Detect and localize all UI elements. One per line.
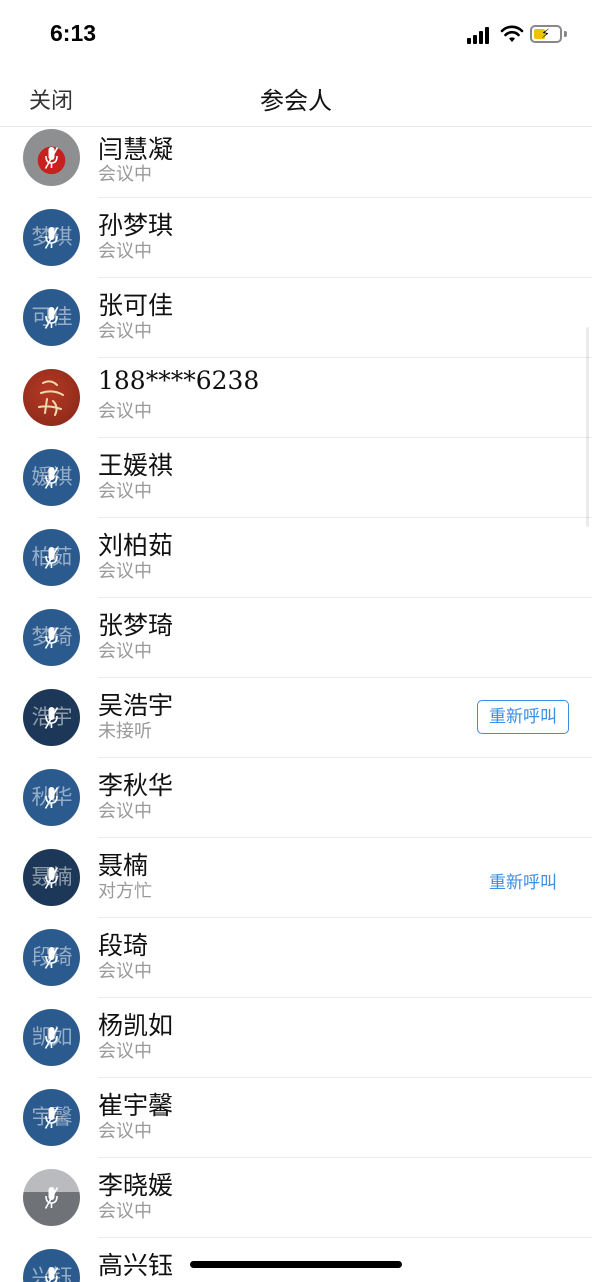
microphone-icon bbox=[44, 467, 59, 489]
participant-status: 会议中 bbox=[98, 241, 152, 261]
participant-row[interactable]: 梦琪孙梦琪会议中 bbox=[0, 198, 592, 278]
microphone-icon bbox=[44, 867, 59, 889]
participant-row[interactable]: 段琦段琦会议中 bbox=[0, 918, 592, 998]
participant-row[interactable]: 兴钰高兴钰 bbox=[0, 1238, 592, 1282]
participant-status: 会议中 bbox=[98, 801, 152, 821]
participant-list[interactable]: 闫慧凝会议中梦琪孙梦琪会议中可佳张可佳会议中188****6238会议中媛祺王媛… bbox=[0, 127, 592, 1282]
participant-avatar: 柏茹 bbox=[23, 529, 80, 586]
participant-avatar bbox=[23, 129, 80, 186]
scrollbar[interactable] bbox=[586, 327, 589, 527]
participant-rows: 闫慧凝会议中梦琪孙梦琪会议中可佳张可佳会议中188****6238会议中媛祺王媛… bbox=[0, 127, 592, 1282]
participant-status: 对方忙 bbox=[98, 881, 152, 901]
participant-status: 会议中 bbox=[98, 481, 152, 501]
participant-row[interactable]: 媛祺王媛祺会议中 bbox=[0, 438, 592, 518]
participant-avatar: 宇馨 bbox=[23, 1089, 80, 1146]
participant-avatar: 聂楠 bbox=[23, 849, 80, 906]
participant-row[interactable]: 柏茹刘柏茹会议中 bbox=[0, 518, 592, 598]
participant-row[interactable]: 188****6238 会议中 bbox=[0, 358, 592, 438]
wifi-icon bbox=[500, 25, 524, 42]
participant-avatar: 兴钰 bbox=[23, 1249, 80, 1282]
microphone-icon bbox=[44, 1187, 59, 1209]
microphone-icon bbox=[44, 627, 59, 649]
participant-status: 会议中 bbox=[98, 321, 152, 341]
participant-row[interactable]: 浩宇吴浩宇未接听重新呼叫 bbox=[0, 678, 592, 758]
navigation-bar: 关闭 参会人 bbox=[0, 70, 592, 127]
participant-name: 高兴钰 bbox=[98, 1251, 174, 1280]
participant-status: 未接听 bbox=[98, 721, 152, 741]
participant-avatar: 可佳 bbox=[23, 289, 80, 346]
participant-status: 会议中 bbox=[98, 641, 152, 661]
cellular-signal-icon bbox=[467, 27, 493, 44]
microphone-icon bbox=[44, 547, 59, 569]
participant-row[interactable]: 梦琦张梦琦会议中 bbox=[0, 598, 592, 678]
participant-avatar: 梦琦 bbox=[23, 609, 80, 666]
participant-avatar: 媛祺 bbox=[23, 449, 80, 506]
microphone-icon bbox=[44, 1107, 59, 1129]
participant-avatar: 浩宇 bbox=[23, 689, 80, 746]
participant-status: 会议中 bbox=[98, 961, 152, 981]
recall-link[interactable]: 重新呼叫 bbox=[489, 868, 557, 893]
status-bar: 6:13 ⚡ bbox=[0, 0, 592, 70]
recall-button[interactable]: 重新呼叫 bbox=[477, 700, 569, 734]
participant-status: 会议中 bbox=[98, 401, 152, 421]
microphone-icon bbox=[44, 787, 59, 809]
participant-avatar: 梦琪 bbox=[23, 209, 80, 266]
participant-row[interactable]: 李晓媛 会议中 bbox=[0, 1158, 592, 1238]
participant-avatar bbox=[23, 369, 80, 426]
participant-row[interactable]: 凯如杨凯如会议中 bbox=[0, 998, 592, 1078]
page-title: 参会人 bbox=[260, 88, 332, 115]
battery-charging-icon: ⚡ bbox=[530, 25, 562, 43]
battery-cap bbox=[564, 31, 567, 37]
participant-status: 会议中 bbox=[98, 1201, 152, 1221]
participant-row[interactable]: 闫慧凝 会议中 bbox=[0, 127, 592, 198]
participant-row[interactable]: 可佳张可佳会议中 bbox=[0, 278, 592, 358]
participant-avatar: 段琦 bbox=[23, 929, 80, 986]
participant-row[interactable]: 秋华李秋华会议中 bbox=[0, 758, 592, 838]
participant-name: 188****6238 bbox=[98, 366, 260, 395]
participant-row[interactable]: 宇馨崔宇馨会议中 bbox=[0, 1078, 592, 1158]
participant-avatar: 秋华 bbox=[23, 769, 80, 826]
participant-status: 会议中 bbox=[98, 164, 152, 184]
participant-row[interactable]: 聂楠聂楠对方忙重新呼叫 bbox=[0, 838, 592, 918]
microphone-icon bbox=[44, 147, 59, 169]
participant-status: 会议中 bbox=[98, 1041, 152, 1061]
participant-avatar: 凯如 bbox=[23, 1009, 80, 1066]
microphone-icon bbox=[44, 307, 59, 329]
participant-avatar bbox=[23, 1169, 80, 1226]
microphone-icon bbox=[44, 947, 59, 969]
home-indicator[interactable] bbox=[190, 1261, 402, 1268]
microphone-icon bbox=[45, 1267, 59, 1282]
participant-status: 会议中 bbox=[98, 561, 152, 581]
microphone-icon bbox=[44, 1027, 59, 1049]
status-time: 6:13 bbox=[50, 20, 97, 46]
calligraphy-logo-icon bbox=[38, 380, 64, 416]
microphone-icon bbox=[44, 707, 59, 729]
participant-status: 会议中 bbox=[98, 1121, 152, 1141]
microphone-icon bbox=[44, 227, 59, 249]
